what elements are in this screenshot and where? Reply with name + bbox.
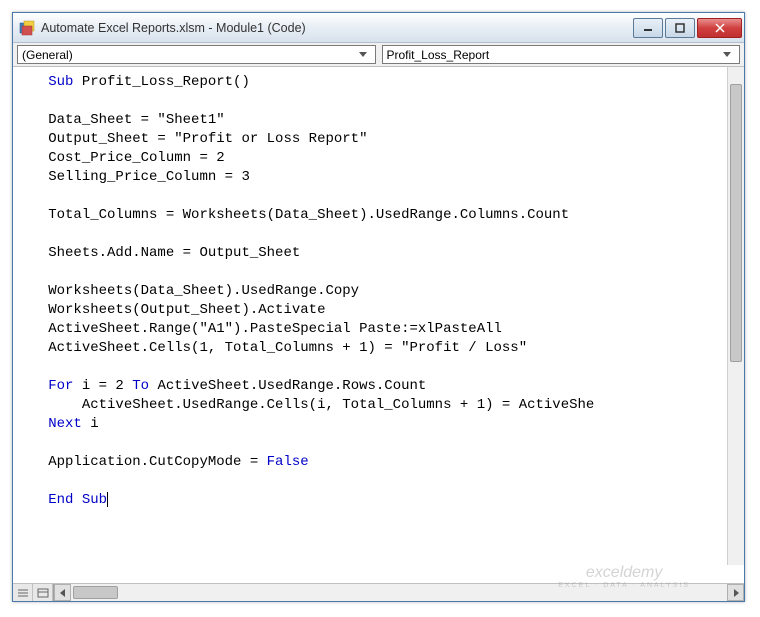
code-text: Total_Columns = Worksheets(Data_Sheet).U…	[48, 207, 569, 223]
procedure-view-button[interactable]	[13, 584, 33, 601]
code-text: Application.CutCopyMode =	[48, 454, 266, 470]
code-keyword: For	[48, 378, 82, 394]
dropdown-bar: (General) Profit_Loss_Report	[13, 43, 744, 67]
window-title: Automate Excel Reports.xlsm - Module1 (C…	[41, 21, 633, 35]
code-text: Data_Sheet = "Sheet1"	[48, 112, 224, 128]
code-text: Worksheets(Data_Sheet).UsedRange.Copy	[48, 283, 359, 299]
vba-icon	[19, 20, 35, 36]
scroll-right-button[interactable]	[727, 584, 744, 601]
text-cursor	[107, 492, 108, 507]
code-text: ActiveSheet.Cells(1, Total_Columns + 1) …	[48, 340, 527, 356]
chevron-down-icon	[719, 52, 735, 58]
code-text: Output_Sheet = "Profit or Loss Report"	[48, 131, 367, 147]
code-window: Automate Excel Reports.xlsm - Module1 (C…	[12, 12, 745, 602]
code-text: i = 2	[82, 378, 132, 394]
code-text: i	[90, 416, 98, 432]
minimize-button[interactable]	[633, 18, 663, 38]
procedure-dropdown-text: Profit_Loss_Report	[387, 48, 720, 62]
code-text: Selling_Price_Column = 3	[48, 169, 250, 185]
code-content[interactable]: Sub Profit_Loss_Report() Data_Sheet = "S…	[23, 73, 726, 563]
view-buttons	[13, 584, 54, 601]
code-keyword: End Sub	[48, 492, 107, 508]
code-text: Sheets.Add.Name = Output_Sheet	[48, 245, 300, 261]
code-text: ActiveSheet.UsedRange.Cells(i, Total_Col…	[48, 397, 594, 413]
code-text: Profit_Loss_Report()	[82, 74, 250, 90]
code-keyword: Next	[48, 416, 90, 432]
close-button[interactable]	[697, 18, 742, 38]
procedure-dropdown[interactable]: Profit_Loss_Report	[382, 45, 741, 64]
code-text: Worksheets(Output_Sheet).Activate	[48, 302, 325, 318]
code-text: Cost_Price_Column = 2	[48, 150, 224, 166]
full-module-view-button[interactable]	[33, 584, 53, 601]
code-text: ActiveSheet.Range("A1").PasteSpecial Pas…	[48, 321, 502, 337]
scrollbar-track[interactable]	[728, 84, 744, 548]
scroll-left-button[interactable]	[54, 584, 71, 601]
bottom-bar	[13, 583, 744, 601]
code-text: ActiveSheet.UsedRange.Rows.Count	[157, 378, 426, 394]
code-keyword: Sub	[48, 74, 82, 90]
scrollbar-thumb[interactable]	[73, 586, 118, 599]
vertical-scrollbar[interactable]	[727, 67, 744, 565]
chevron-down-icon	[355, 52, 371, 58]
object-dropdown-text: (General)	[22, 48, 355, 62]
code-keyword: False	[267, 454, 309, 470]
object-dropdown[interactable]: (General)	[17, 45, 376, 64]
horizontal-scrollbar[interactable]	[54, 584, 744, 601]
scrollbar-thumb[interactable]	[730, 84, 742, 362]
code-editor[interactable]: Sub Profit_Loss_Report() Data_Sheet = "S…	[13, 67, 744, 583]
window-controls	[633, 18, 744, 38]
titlebar[interactable]: Automate Excel Reports.xlsm - Module1 (C…	[13, 13, 744, 43]
maximize-button[interactable]	[665, 18, 695, 38]
code-keyword: To	[132, 378, 157, 394]
